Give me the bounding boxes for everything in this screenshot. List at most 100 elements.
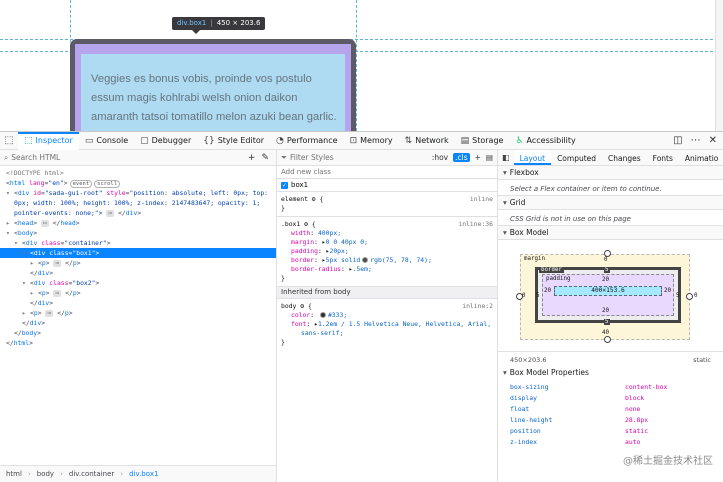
tree-line[interactable]: ▸ <p> ⋯ </p> xyxy=(0,288,276,298)
border-right-value[interactable]: 5 xyxy=(676,293,680,299)
padding-left-value[interactable]: 20 xyxy=(544,288,551,294)
add-rule-icon[interactable]: + xyxy=(475,153,481,162)
border-left-value[interactable]: 5 xyxy=(536,293,540,299)
tab-memory[interactable]: ⊡ Memory xyxy=(344,132,399,150)
expand-arrow-icon[interactable]: ▸ xyxy=(22,308,30,318)
tab-style-editor[interactable]: {} Style Editor xyxy=(197,132,270,150)
tab-accessibility[interactable]: ♿ Accessibility xyxy=(509,132,581,150)
tab-changes[interactable]: Changes xyxy=(602,150,647,165)
checkbox[interactable]: ✓ xyxy=(281,181,288,189)
more-options-icon[interactable]: ⋯ xyxy=(691,135,701,146)
tab-animations[interactable]: Animatio xyxy=(679,150,723,165)
rule-source[interactable]: inline:2 xyxy=(462,302,493,311)
tab-debugger[interactable]: ▢ Debugger xyxy=(134,132,197,150)
tab-performance[interactable]: ◔ Performance xyxy=(270,132,344,150)
tree-line[interactable]: </html> xyxy=(0,338,276,348)
tree-line[interactable]: </body> xyxy=(0,328,276,338)
element-picker-icon[interactable]: ⬚ xyxy=(0,132,18,150)
margin-right-handle[interactable] xyxy=(686,293,693,300)
collapsed-ellipsis[interactable]: ⋯ xyxy=(40,220,49,227)
scroll-badge[interactable]: scroll xyxy=(94,180,121,188)
tree-line[interactable]: ▸ <head> ⋯ </head> xyxy=(0,218,276,228)
tab-layout[interactable]: Layout xyxy=(513,150,552,165)
padding-top-value[interactable]: 20 xyxy=(602,277,609,283)
declaration[interactable]: width: 400px; xyxy=(281,229,493,238)
grid-accordion[interactable]: ▾ Grid xyxy=(498,196,723,210)
border-bottom-value[interactable]: 5 xyxy=(604,319,610,325)
event-badge[interactable]: event xyxy=(69,180,93,188)
expand-arrow-icon[interactable]: ▾ xyxy=(6,188,14,198)
margin-bottom-handle[interactable] xyxy=(604,336,611,343)
gear-icon[interactable]: ⚙ xyxy=(300,302,304,310)
class-checkbox-row[interactable]: ✓ box1 xyxy=(277,179,497,192)
expand-arrow-icon[interactable]: ▾ xyxy=(22,248,30,258)
margin-left-handle[interactable] xyxy=(516,293,523,300)
padding-right-value[interactable]: 20 xyxy=(664,288,671,294)
gear-icon[interactable]: ⚙ xyxy=(304,220,308,228)
tree-line[interactable]: </div> xyxy=(0,318,276,328)
expand-arrow-icon[interactable]: ▾ xyxy=(22,278,30,288)
breadcrumb-item-current[interactable]: div.box1 xyxy=(129,470,158,478)
toggle-sidebar-icon[interactable]: ◧ xyxy=(498,150,514,165)
tree-line[interactable]: <!DOCTYPE html> xyxy=(0,168,276,178)
tree-line[interactable]: </div> xyxy=(0,268,276,278)
collapsed-ellipsis[interactable]: ⋯ xyxy=(45,310,54,317)
box1-highlight[interactable]: Veggies es bonus vobis, proinde vos post… xyxy=(70,39,356,131)
margin-top-handle[interactable] xyxy=(604,250,611,257)
tree-line[interactable]: ▾ <body> xyxy=(0,228,276,238)
tree-line[interactable]: <html lang="en"> event scroll xyxy=(0,178,276,188)
tree-line[interactable]: ▸ <p> ⋯ </p> xyxy=(0,258,276,268)
tree-line-selected[interactable]: ▾ <div class="box1"> xyxy=(0,248,276,258)
expand-arrow-icon[interactable]: ▸ xyxy=(6,218,14,228)
gear-icon[interactable]: ⚙ xyxy=(312,195,316,203)
tab-console[interactable]: ▭ Console xyxy=(79,132,134,150)
hov-toggle[interactable]: :hov xyxy=(432,153,448,162)
dock-icon[interactable]: ◫ xyxy=(673,135,682,146)
color-swatch[interactable] xyxy=(362,257,369,263)
viewport-scrollbar[interactable] xyxy=(715,0,723,131)
declaration[interactable]: border-radius: ▸.5em; xyxy=(281,265,493,274)
tree-line[interactable]: ▾ <div class="container"> xyxy=(0,238,276,248)
flexbox-accordion[interactable]: ▾ Flexbox xyxy=(498,166,723,180)
tab-computed[interactable]: Computed xyxy=(551,150,602,165)
declaration[interactable]: font: ▸1.2em / 1.5 Helvetica Neue, Helve… xyxy=(281,320,493,329)
collapsed-ellipsis[interactable]: ⋯ xyxy=(53,260,62,267)
collapsed-ellipsis[interactable]: ⋯ xyxy=(53,290,62,297)
border-top-value[interactable]: 5 xyxy=(604,267,610,273)
print-simulation-icon[interactable]: ▤ xyxy=(486,153,493,162)
cls-toggle[interactable]: .cls xyxy=(453,153,470,162)
declaration[interactable]: color: #333; xyxy=(281,311,493,320)
expand-arrow-icon[interactable]: ▸ xyxy=(30,258,38,268)
filter-styles-input[interactable]: Filter Styles xyxy=(290,153,334,162)
eyedropper-icon[interactable]: ✎ xyxy=(258,153,272,163)
declaration[interactable]: margin: ▸0 0 40px 0; xyxy=(281,238,493,247)
padding-bottom-value[interactable]: 20 xyxy=(602,308,609,314)
breadcrumb-item[interactable]: body xyxy=(37,470,54,478)
box-model-content[interactable]: 400×153.6 xyxy=(554,286,662,296)
color-swatch[interactable] xyxy=(319,312,326,318)
declaration[interactable]: border: ▸5px solid rgb(75, 78, 74); xyxy=(281,256,493,265)
tab-network[interactable]: ⇅ Network xyxy=(399,132,455,150)
declaration[interactable]: padding: ▸20px; xyxy=(281,247,493,256)
breadcrumb-item[interactable]: div.container xyxy=(69,470,114,478)
expand-arrow-icon[interactable]: ▾ xyxy=(14,238,22,248)
tab-fonts[interactable]: Fonts xyxy=(647,150,679,165)
tab-storage[interactable]: ▤ Storage xyxy=(455,132,510,150)
tree-line[interactable]: 0px; width: 100%; height: 100%; z-index:… xyxy=(0,198,276,208)
box-model-props-accordion[interactable]: ▾ Box Model Properties xyxy=(498,366,723,380)
search-input[interactable]: Search HTML xyxy=(11,153,245,162)
rule-source[interactable]: inline xyxy=(470,195,493,204)
collapsed-ellipsis[interactable]: ⋯ xyxy=(106,210,115,217)
rule-source[interactable]: inline:36 xyxy=(458,220,493,229)
expand-arrow-icon[interactable]: ▸ xyxy=(30,288,38,298)
tree-line[interactable]: pointer-events: none;"> ⋯ </div> xyxy=(0,208,276,218)
tree-line[interactable]: ▾ <div id="sada-gui-root" style="position… xyxy=(0,188,276,198)
close-icon[interactable]: ✕ xyxy=(709,135,717,146)
expand-arrow-icon[interactable]: ▾ xyxy=(6,228,14,238)
box-model-accordion[interactable]: ▾ Box Model xyxy=(498,226,723,240)
margin-top-value[interactable]: 0 xyxy=(604,257,608,263)
tab-inspector[interactable]: ⬚ Inspector xyxy=(18,131,79,150)
breadcrumb-item[interactable]: html xyxy=(6,470,22,478)
add-class-input[interactable]: Add new class xyxy=(277,166,497,179)
tree-line[interactable]: ▾ <div class="box2"> xyxy=(0,278,276,288)
